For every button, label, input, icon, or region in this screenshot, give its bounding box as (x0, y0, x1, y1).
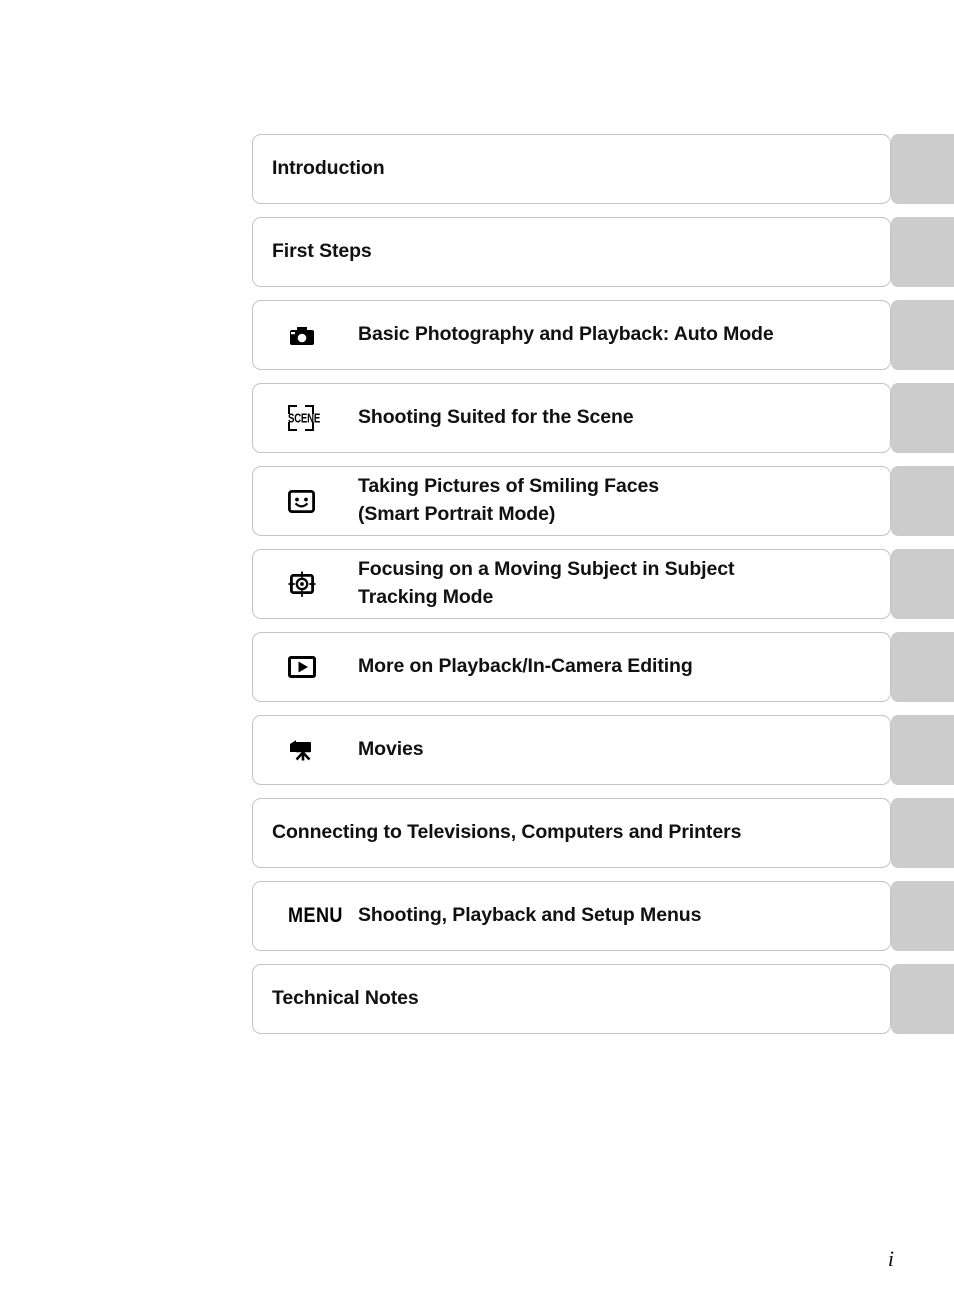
chapter-title: More on Playback/In-Camera Editing (358, 653, 693, 681)
chapter-row[interactable]: Movies (252, 715, 954, 785)
chapter-title-line: More on Playback/In-Camera Editing (358, 655, 693, 678)
chapter-card[interactable]: More on Playback/In-Camera Editing (252, 632, 891, 702)
playback-icon (288, 656, 358, 678)
chapter-title-line: Movies (358, 738, 424, 761)
chapter-title: Connecting to Televisions, Computers and… (272, 819, 741, 847)
chapter-card[interactable]: Focusing on a Moving Subject in Subject T… (252, 549, 891, 619)
chapter-row[interactable]: Focusing on a Moving Subject in Subject T… (252, 549, 954, 619)
chapter-row[interactable]: Technical Notes (252, 964, 954, 1034)
movie-camera-icon (288, 738, 358, 762)
chapter-row[interactable]: First Steps (252, 217, 954, 287)
chapter-title-line: Focusing on a Moving Subject in Subject (358, 558, 735, 581)
chapter-title-line: Basic Photography and Playback: Auto Mod… (358, 323, 774, 346)
chapter-card[interactable]: Connecting to Televisions, Computers and… (252, 798, 891, 868)
chapter-row[interactable]: Taking Pictures of Smiling Faces (Smart P… (252, 466, 954, 536)
chapter-title-line: (Smart Portrait Mode) (358, 503, 556, 525)
chapter-thumb-tab[interactable] (891, 632, 954, 702)
chapter-card[interactable]: Movies (252, 715, 891, 785)
chapter-title-line: Introduction (272, 157, 385, 180)
chapter-card[interactable]: Technical Notes (252, 964, 891, 1034)
chapter-title-line: Shooting, Playback and Setup Menus (358, 904, 702, 927)
chapter-title: Movies (358, 736, 424, 764)
chapter-card[interactable]: Taking Pictures of Smiling Faces (Smart P… (252, 466, 891, 536)
chapter-title: Shooting, Playback and Setup Menus (358, 902, 701, 930)
chapter-card[interactable]: Basic Photography and Playback: Auto Mod… (252, 300, 891, 370)
chapter-thumb-tab[interactable] (891, 549, 954, 619)
chapter-title: Focusing on a Moving Subject in Subject T… (358, 556, 734, 611)
chapter-thumb-tab[interactable] (891, 798, 954, 868)
chapter-row[interactable]: Introduction (252, 134, 954, 204)
chapter-title: Shooting Suited for the Scene (358, 404, 634, 432)
smile-face-icon (288, 489, 358, 513)
chapter-thumb-tab[interactable] (891, 715, 954, 785)
chapter-title-line: First Steps (272, 240, 372, 263)
chapter-index-list: Introduction First Steps Basic Photography… (252, 134, 954, 1047)
chapter-row[interactable]: Connecting to Televisions, Computers and… (252, 798, 954, 868)
chapter-thumb-tab[interactable] (891, 881, 954, 951)
menu-icon-label: MENU (288, 904, 343, 927)
chapter-title-line: Connecting to Televisions, Computers and… (272, 821, 742, 844)
chapter-row[interactable]: MENU Shooting, Playback and Setup Menus (252, 881, 954, 951)
page-number: i (887, 1246, 894, 1271)
chapter-title-line: Taking Pictures of Smiling Faces (358, 475, 659, 498)
scene-icon: SCENE (288, 405, 358, 431)
chapter-title-line: Tracking Mode (358, 586, 494, 608)
menu-icon: MENU (288, 904, 358, 928)
chapter-title: Introduction (272, 155, 385, 183)
chapter-row[interactable]: Basic Photography and Playback: Auto Mod… (252, 300, 954, 370)
chapter-title: Taking Pictures of Smiling Faces (Smart P… (358, 473, 659, 528)
document-page: Introduction First Steps Basic Photography… (0, 0, 954, 1314)
chapter-card[interactable]: SCENE Shooting Suited for the Scene (252, 383, 891, 453)
chapter-card[interactable]: Introduction (252, 134, 891, 204)
chapter-row[interactable]: SCENE Shooting Suited for the Scene (252, 383, 954, 453)
chapter-thumb-tab[interactable] (891, 383, 954, 453)
chapter-card[interactable]: First Steps (252, 217, 891, 287)
chapter-thumb-tab[interactable] (891, 466, 954, 536)
chapter-thumb-tab[interactable] (891, 134, 954, 204)
chapter-thumb-tab[interactable] (891, 300, 954, 370)
subject-tracking-target-icon (288, 571, 358, 598)
chapter-title: Technical Notes (272, 985, 419, 1013)
camera-icon (288, 323, 358, 347)
chapter-title-line: Shooting Suited for the Scene (358, 406, 634, 429)
chapter-title: First Steps (272, 238, 372, 266)
chapter-card[interactable]: MENU Shooting, Playback and Setup Menus (252, 881, 891, 951)
chapter-thumb-tab[interactable] (891, 964, 954, 1034)
chapter-title: Basic Photography and Playback: Auto Mod… (358, 321, 774, 349)
chapter-row[interactable]: More on Playback/In-Camera Editing (252, 632, 954, 702)
chapter-thumb-tab[interactable] (891, 217, 954, 287)
chapter-title-line: Technical Notes (272, 987, 419, 1010)
